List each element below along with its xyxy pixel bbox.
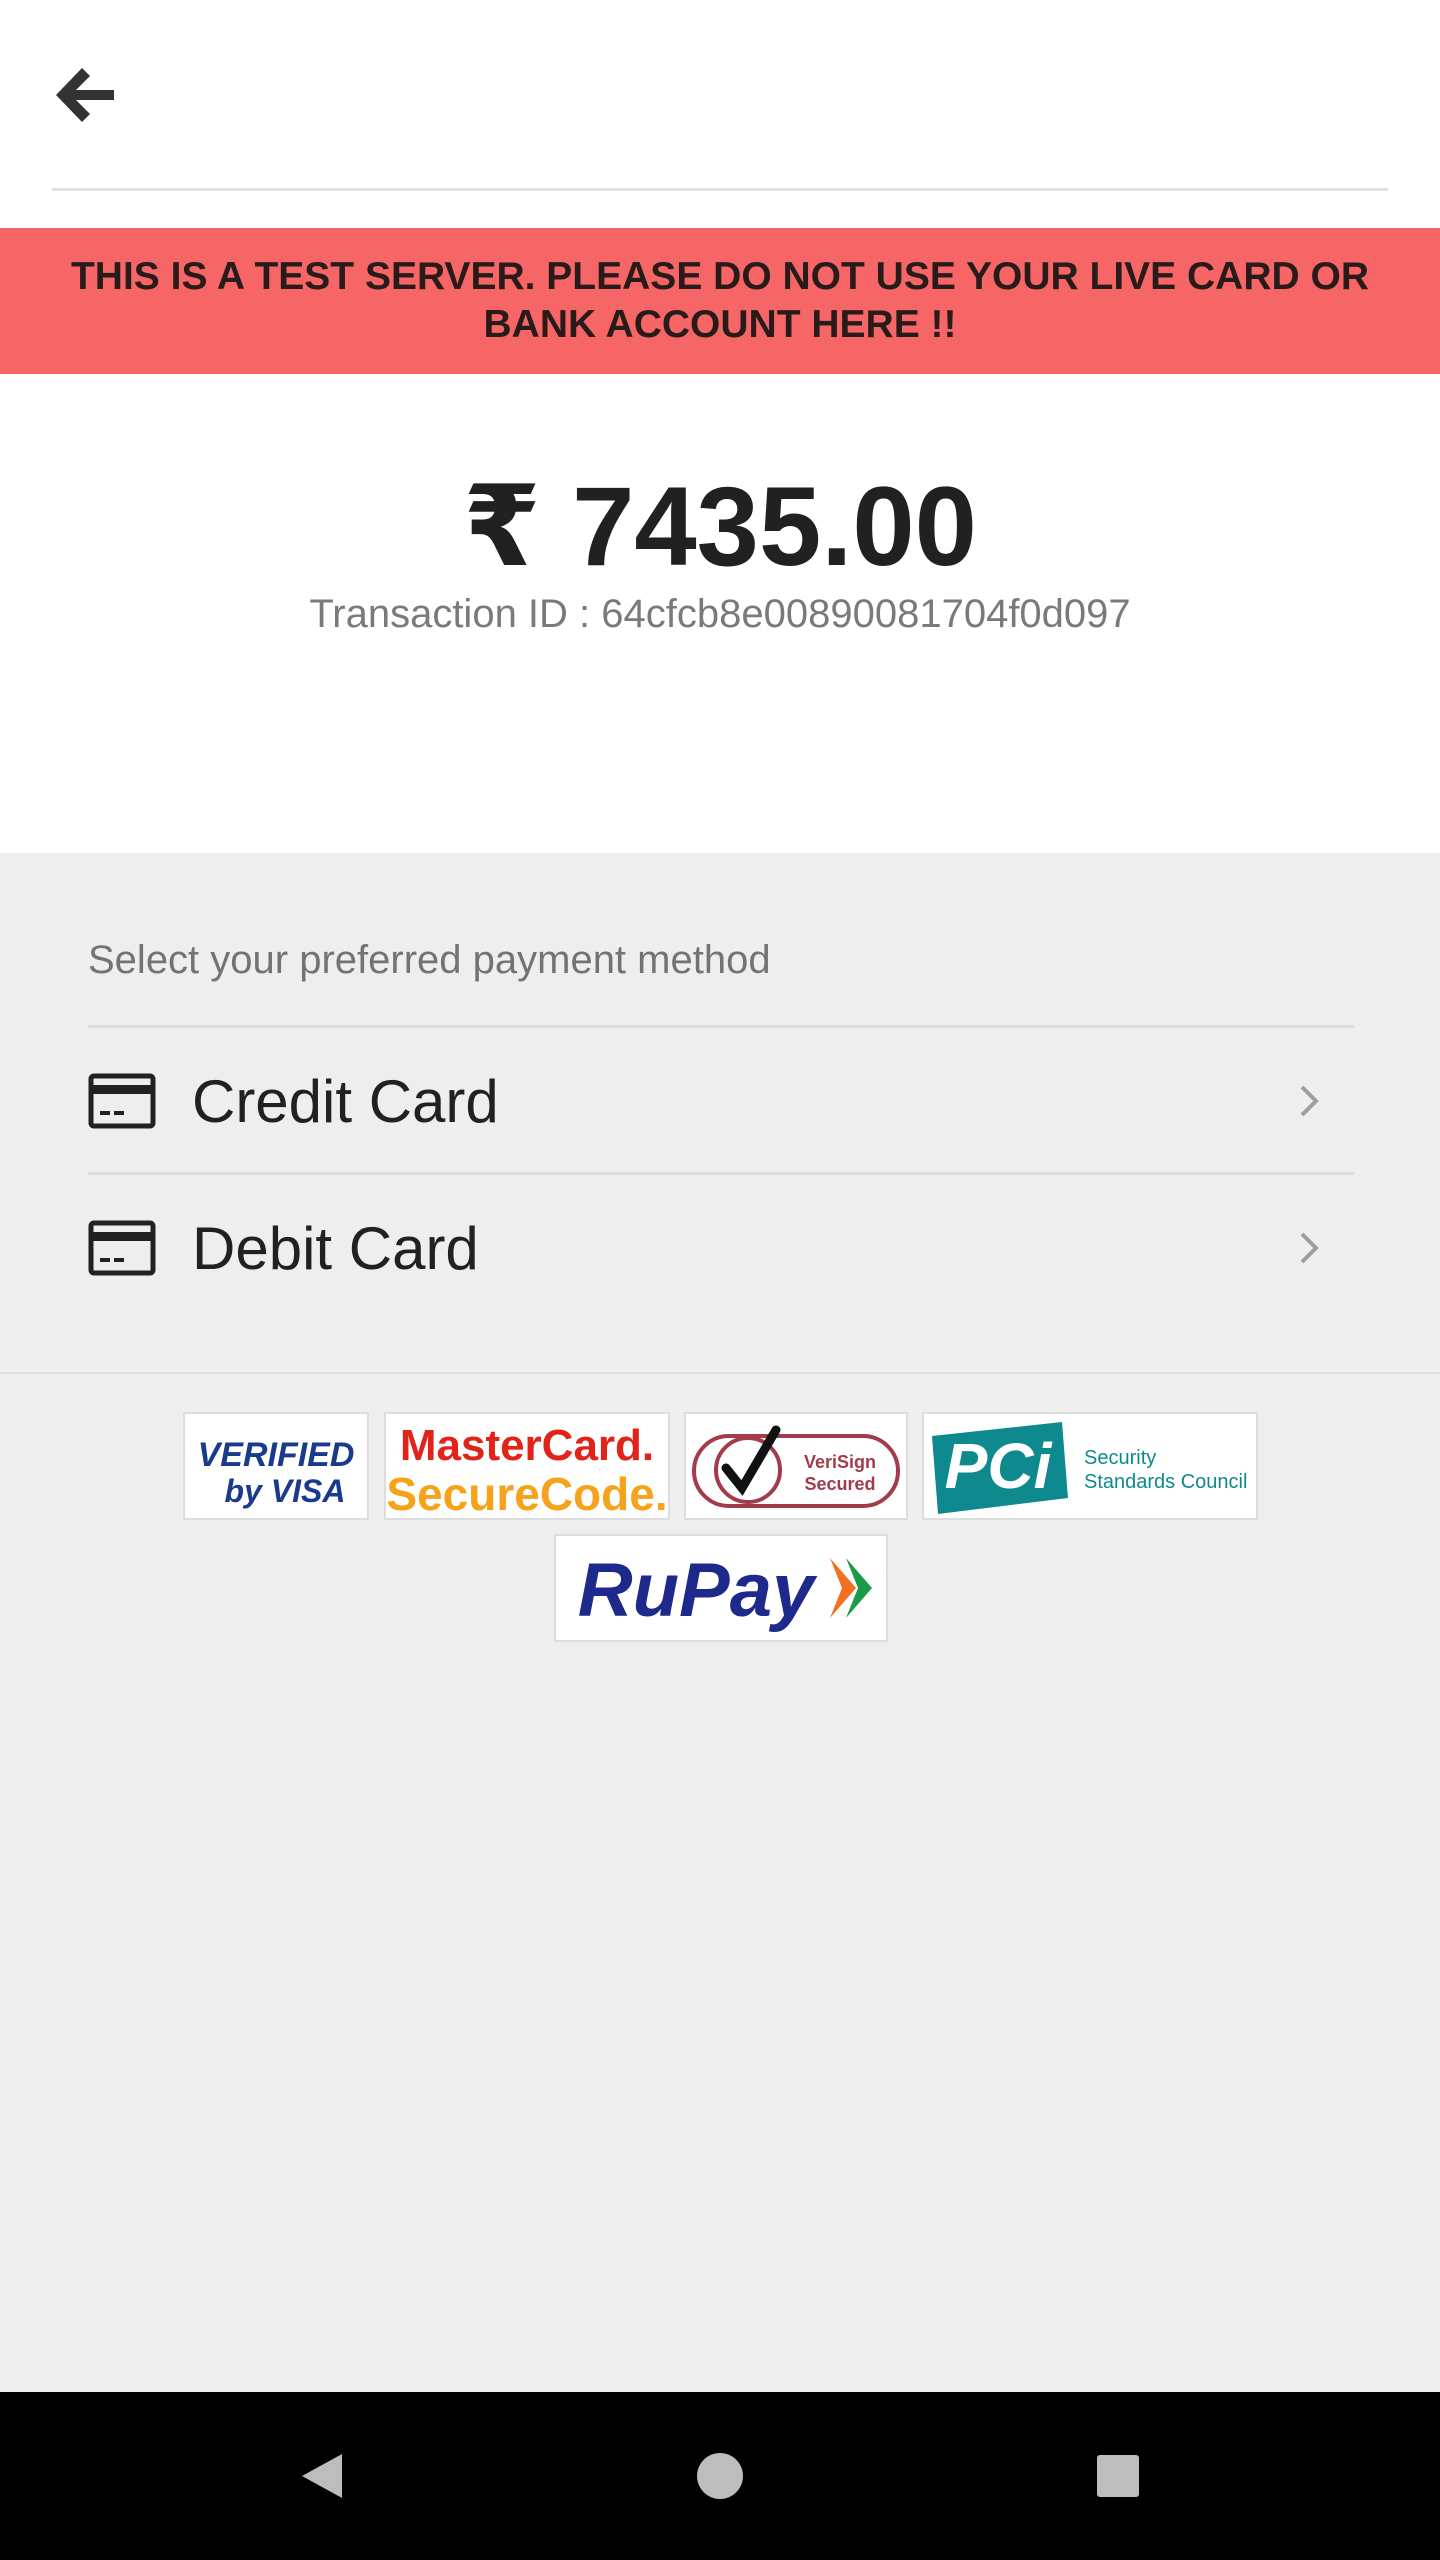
credit-card-icon (88, 1220, 156, 1276)
payment-amount: ₹ 7435.00 (463, 464, 977, 589)
app-header (0, 0, 1440, 228)
system-navigation-bar (0, 2392, 1440, 2560)
debit-card-option[interactable]: Debit Card (88, 1172, 1354, 1321)
mastercard-securecode-logo: MasterCard. SecureCode. (384, 1412, 670, 1520)
circle-home-icon (697, 2453, 743, 2499)
verisign-secured-logo: VeriSign Secured (684, 1412, 908, 1520)
rupay-logo: RuPay (554, 1534, 888, 1642)
svg-text:Standards Council: Standards Council (1084, 1471, 1247, 1493)
svg-text:SecureCode.: SecureCode. (386, 1468, 667, 1518)
svg-text:by VISA: by VISA (225, 1473, 346, 1509)
credit-card-icon (88, 1073, 156, 1129)
chevron-right-icon (1300, 1085, 1319, 1117)
pci-security-logo: PCi Security Standards Council (922, 1412, 1258, 1520)
credit-card-label: Credit Card (192, 1067, 499, 1135)
nav-back-button[interactable] (242, 2392, 402, 2560)
svg-text:VERIFIED: VERIFIED (198, 1436, 355, 1474)
verified-by-visa-logo: VERIFIED by VISA (183, 1412, 369, 1520)
triangle-back-icon (302, 2454, 342, 2498)
transaction-id: Transaction ID : 64cfcb8e00890081704f0d0… (309, 592, 1131, 636)
svg-text:VeriSign: VeriSign (804, 1452, 876, 1472)
chevron-right-icon (1300, 1232, 1319, 1264)
nav-recents-button[interactable] (1038, 2392, 1198, 2560)
nav-home-button[interactable] (640, 2392, 800, 2560)
credit-card-option[interactable]: Credit Card (88, 1025, 1354, 1174)
back-button[interactable] (40, 50, 130, 140)
svg-text:MasterCard.: MasterCard. (400, 1421, 654, 1470)
svg-text:PCi: PCi (945, 1430, 1053, 1502)
svg-text:RuPay: RuPay (578, 1548, 818, 1633)
svg-text:Security: Security (1084, 1447, 1156, 1469)
warning-text: THIS IS A TEST SERVER. PLEASE DO NOT USE… (70, 255, 1370, 346)
test-server-warning-banner: THIS IS A TEST SERVER. PLEASE DO NOT USE… (0, 228, 1440, 374)
svg-text:Secured: Secured (804, 1474, 875, 1494)
square-recents-icon (1097, 2455, 1139, 2497)
section-divider (0, 1372, 1440, 1374)
payment-method-title: Select your preferred payment method (88, 938, 771, 982)
amount-section: ₹ 7435.00 Transaction ID : 64cfcb8e00890… (0, 374, 1440, 853)
header-divider (52, 188, 1388, 191)
arrow-left-icon (56, 68, 114, 122)
debit-card-label: Debit Card (192, 1214, 479, 1282)
